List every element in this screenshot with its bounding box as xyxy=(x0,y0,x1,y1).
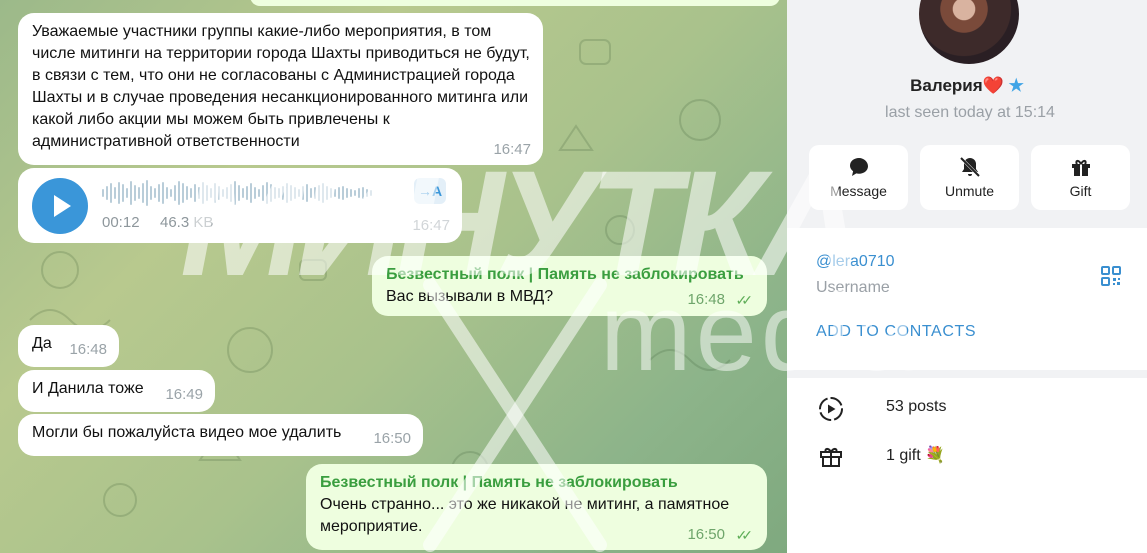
message-time: 16:50 xyxy=(373,430,411,447)
profile-panel: Валерия❤️ ★ last seen today at 15:14 Mes… xyxy=(787,0,1147,553)
voice-message-bubble[interactable]: →A 00:12 46.3 KB 16:47 xyxy=(18,168,462,243)
gift-icon xyxy=(1071,160,1090,176)
transcribe-button[interactable]: →A xyxy=(414,178,446,204)
voice-waveform[interactable] xyxy=(102,180,372,206)
sender-name: Безвестный полк | Память не заблокироват… xyxy=(320,474,678,491)
message-bubble[interactable]: И Данила тоже 16:49 xyxy=(18,370,215,412)
previous-message-edge xyxy=(250,0,780,6)
message-text: И Данила тоже xyxy=(32,380,144,397)
section-divider xyxy=(787,370,1147,378)
message-button-label: Message xyxy=(830,183,887,199)
read-checkmarks-icon: ✓✓ xyxy=(735,292,754,308)
gift-icon xyxy=(820,448,842,467)
posts-row[interactable]: 53 posts xyxy=(787,388,1147,428)
star-icon: ★ xyxy=(1008,76,1024,95)
gifts-row[interactable]: 1 gift 💐 xyxy=(787,435,1147,475)
sender-name: Безвестный полк | Память не заблокироват… xyxy=(386,266,744,283)
voice-duration: 00:12 xyxy=(102,214,140,231)
message-time: 16:47 xyxy=(493,141,531,158)
message-text: Уважаемые участники группы какие-либо ме… xyxy=(32,23,530,150)
profile-header: Валерия❤️ ★ last seen today at 15:14 Mes… xyxy=(787,0,1147,228)
unmute-button-label: Unmute xyxy=(944,183,995,199)
gift-button[interactable]: Gift xyxy=(1031,145,1130,210)
gifts-count: 1 gift 💐 xyxy=(886,445,945,465)
username-link[interactable]: @lera0710 xyxy=(816,253,895,271)
profile-name: Валерия❤️ ★ xyxy=(787,76,1147,96)
profile-name-text: Валерия xyxy=(910,76,983,95)
message-button[interactable]: Message xyxy=(809,145,908,210)
gift-button-label: Gift xyxy=(1069,183,1092,199)
gifts-count-text: 1 gift xyxy=(886,447,921,464)
stories-play-icon xyxy=(819,397,843,421)
voice-size: 46.3 KB xyxy=(160,214,214,231)
chat-area[interactable]: Уважаемые участники группы какие-либо ме… xyxy=(0,0,787,553)
bouquet-icon: 💐 xyxy=(925,447,946,464)
message-text: Да xyxy=(32,335,52,352)
message-time: 16:47 xyxy=(412,217,450,234)
heart-icon: ❤️ xyxy=(982,76,1004,95)
add-to-contacts-button[interactable]: ADD TO CONTACTS xyxy=(816,323,976,341)
outgoing-message-bubble[interactable]: Безвестный полк | Память не заблокироват… xyxy=(306,464,767,550)
message-bubble[interactable]: Могли бы пожалуйста видео мое удалить 16… xyxy=(18,414,423,456)
username-label: Username xyxy=(816,279,890,296)
message-time: 16:50 xyxy=(687,526,725,543)
avatar[interactable] xyxy=(919,0,1019,64)
message-time: 16:48 xyxy=(69,341,107,358)
chat-bubble-icon xyxy=(849,158,868,176)
message-time: 16:49 xyxy=(165,386,203,403)
message-time: 16:48 xyxy=(687,291,725,308)
qr-code-icon[interactable] xyxy=(1100,265,1122,287)
message-text: Могли бы пожалуйста видео мое удалить xyxy=(32,424,342,441)
read-checkmarks-icon: ✓✓ xyxy=(735,527,754,543)
profile-info xyxy=(787,228,1147,370)
outgoing-message-bubble[interactable]: Безвестный полк | Память не заблокироват… xyxy=(372,256,767,316)
message-bubble[interactable]: Да 16:48 xyxy=(18,325,119,367)
posts-count: 53 posts xyxy=(886,398,947,415)
unmute-button[interactable]: Unmute xyxy=(920,145,1019,210)
play-button[interactable] xyxy=(32,178,88,234)
bell-off-icon xyxy=(959,156,980,178)
message-bubble[interactable]: Уважаемые участники группы какие-либо ме… xyxy=(18,13,543,165)
last-seen-status: last seen today at 15:14 xyxy=(885,104,1055,121)
message-text: Очень странно... это же никакой не митин… xyxy=(320,496,730,535)
